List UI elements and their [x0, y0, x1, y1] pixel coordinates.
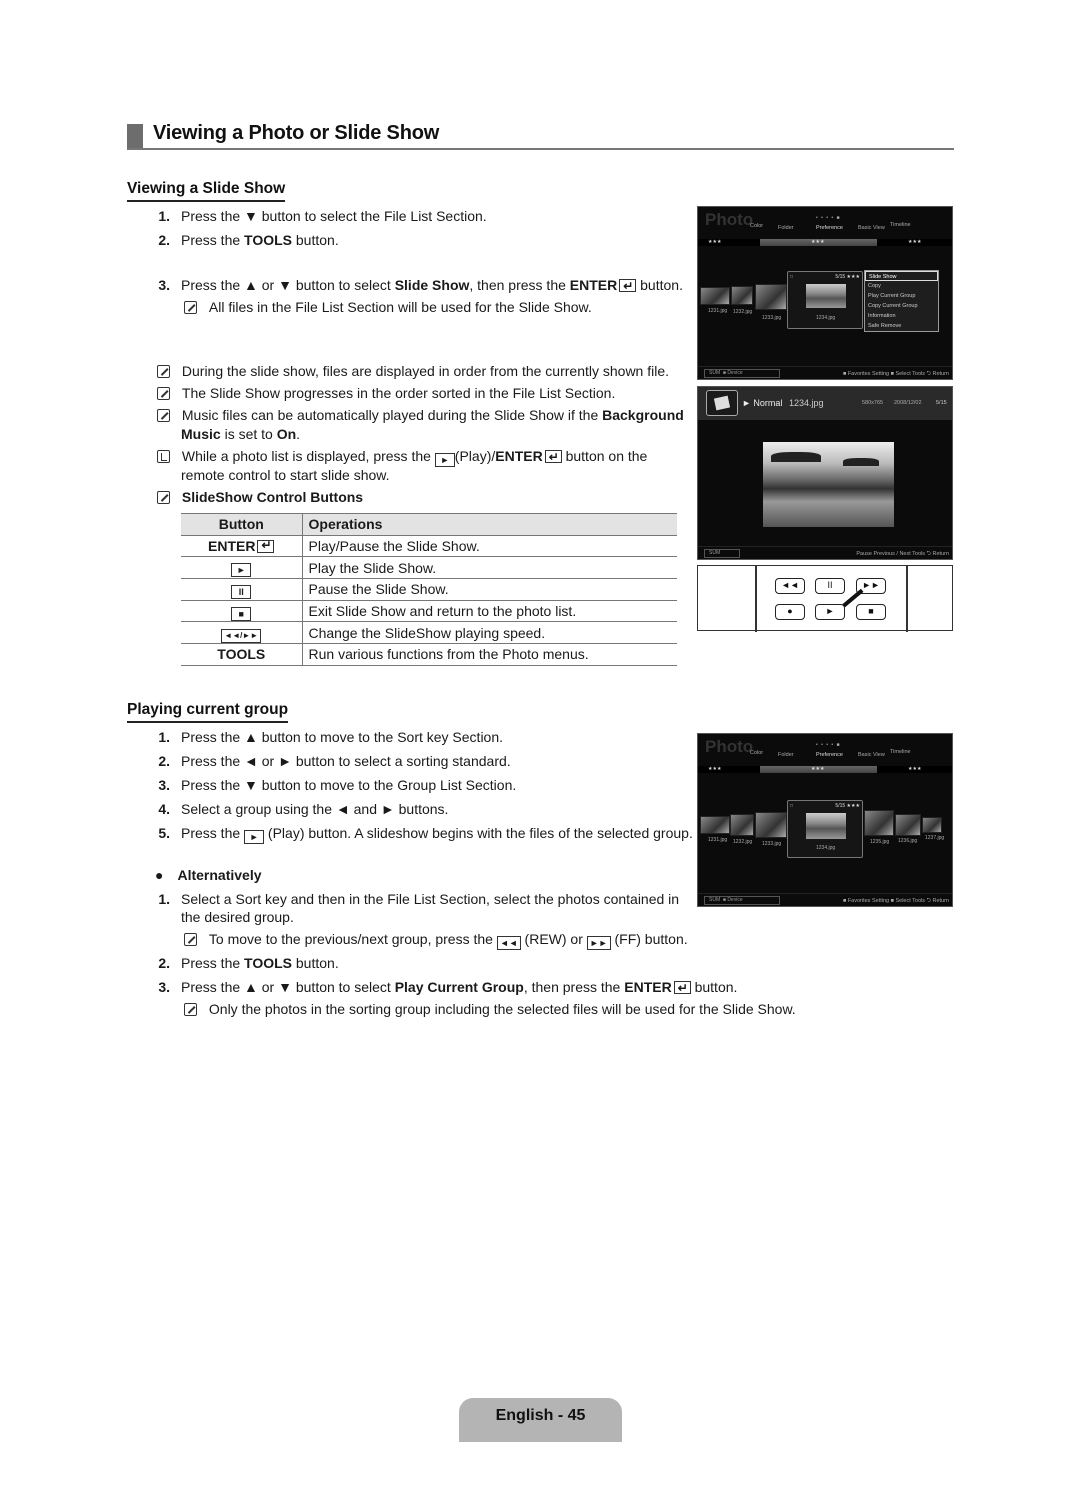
note-3-cont: Music is set to On. [181, 426, 301, 442]
menu-item-copy-current-group[interactable]: Copy Current Group [865, 301, 938, 311]
tools-menu: Slide Show Copy Play Current Group Copy … [864, 270, 939, 332]
pause-button[interactable]: II [815, 578, 845, 594]
rew-ff-key-icon: ◄◄/►► [221, 628, 262, 643]
note-icon [184, 1003, 197, 1016]
tv-screen-slideshow: ► Normal 1234.jpg 580x765 2008/12/02 5/1… [697, 386, 953, 560]
photo-thumbnail[interactable] [700, 816, 730, 834]
note-icon [157, 491, 170, 504]
photo-thumbnail[interactable] [895, 814, 921, 836]
tip-icon [157, 450, 170, 463]
tv-screen-photo-tools-menu: Photo • • • • ■ Color Folder Preference … [697, 206, 953, 380]
note-icon [157, 409, 170, 422]
menu-item-play-current-group[interactable]: Play Current Group [865, 291, 938, 301]
table-row: TOOLS Run various functions from the Pho… [181, 643, 677, 666]
enter-icon [673, 979, 691, 997]
menu-item-information[interactable]: Information [865, 311, 938, 321]
focused-photo-card[interactable]: □ 5/15 ★★★ 1234.jpg [787, 800, 863, 858]
note-icon [157, 365, 170, 378]
rew-button[interactable]: ◄◄ [775, 578, 805, 594]
subheading-viewing-slide-show: Viewing a Slide Show [127, 180, 286, 202]
menu-item-slide-show[interactable]: Slide Show [865, 271, 938, 281]
photo-thumbnail[interactable] [730, 814, 754, 836]
note-icon [184, 301, 197, 314]
record-button[interactable]: ● [775, 604, 805, 620]
photo-thumbnail[interactable] [864, 810, 894, 836]
focused-photo-card[interactable]: □ 5/15 ★★★ 1234.jpg [787, 271, 863, 329]
menu-item-safe-remove[interactable]: Safe Remove [865, 321, 938, 331]
note-2: The Slide Show progresses in the order s… [157, 384, 615, 402]
note-3: Music files can be automatically played … [157, 406, 684, 424]
subheading-playing-current-group: Playing current group [127, 701, 289, 723]
play-key-icon: ► [244, 830, 265, 844]
ff-key-icon: ►► [586, 936, 611, 950]
enter-icon [544, 448, 562, 466]
tv-footer: SUM Pause Previous / Next Tools ⮌ Return [698, 546, 952, 559]
page-number-tab: English - 45 [459, 1398, 622, 1442]
stop-key-icon: ■ [231, 606, 252, 621]
play-key-icon: ► [231, 563, 252, 578]
section-title-bar [127, 124, 143, 150]
table-header: Button Operations [181, 513, 677, 536]
slideshow-header: ► Normal 1234.jpg 580x765 2008/12/02 5/1… [698, 387, 952, 420]
photo-mode-icon [706, 390, 738, 416]
group-bar: ★★★ ★★★ ★★★ [698, 766, 952, 773]
section-title: Viewing a Photo or Slide Show [153, 122, 440, 144]
note-icon [157, 387, 170, 400]
page-dots: • • • • ■ [816, 215, 841, 221]
alternatively-heading: ● Alternatively [155, 867, 262, 883]
enter-icon [619, 277, 637, 295]
tip: While a photo list is displayed, press t… [157, 447, 647, 467]
photo-thumbnail[interactable] [922, 817, 942, 833]
table-row: ► Play the Slide Show. [181, 556, 677, 580]
play-button[interactable]: ► [815, 604, 845, 620]
controls-heading: SlideShow Control Buttons [157, 488, 363, 506]
tip-cont: remote control to start slide show. [181, 467, 390, 483]
tv-footer: SUM ■ Device ■ Favorites Setting ■ Selec… [698, 366, 952, 379]
remote-control-illustration: ◄◄ II ►► ● ► ■ [697, 565, 953, 632]
group-bar: ★★★ ★★★ ★★★ [698, 239, 952, 246]
slideshow-photo [763, 442, 894, 527]
rew-key-icon: ◄◄ [496, 936, 521, 950]
page-dots: • • • • ■ [816, 742, 841, 748]
alt-step-1-cont: the desired group. [181, 909, 294, 925]
step-3-note: All files in the File List Section will … [184, 298, 592, 316]
section-divider [127, 148, 954, 150]
table-row: II Pause the Slide Show. [181, 578, 677, 601]
play-key-icon: ► [434, 453, 455, 467]
photo-thumbnail[interactable] [755, 812, 787, 838]
stop-button[interactable]: ■ [856, 604, 886, 620]
photo-thumbnail[interactable] [700, 287, 730, 305]
tv-screen-photo-group: Photo • • • • ■ Color Folder Preference … [697, 733, 953, 907]
note-icon [184, 933, 197, 946]
alt-note-2: Only the photos in the sorting group inc… [184, 1000, 796, 1018]
note-1: During the slide show, files are display… [157, 362, 669, 380]
photo-title: Photo [705, 210, 754, 229]
table-row: ENTER Play/Pause the Slide Show. [181, 535, 677, 558]
table-row: ■ Exit Slide Show and return to the phot… [181, 600, 677, 623]
pause-key-icon: II [231, 584, 252, 599]
tv-footer: SUM ■ Device ■ Favorites Setting ■ Selec… [698, 893, 952, 906]
alt-note-1: To move to the previous/next group, pres… [184, 930, 688, 950]
menu-item-copy[interactable]: Copy [865, 281, 938, 291]
photo-thumbnail[interactable] [755, 284, 787, 310]
slideshow-controls-table: Button Operations ENTER Play/Pause the S… [181, 513, 677, 666]
photo-thumbnail[interactable] [731, 286, 753, 305]
photo-title: Photo [705, 737, 754, 756]
table-row: ◄◄/►► Change the SlideShow playing speed… [181, 621, 677, 645]
enter-icon [257, 538, 275, 554]
